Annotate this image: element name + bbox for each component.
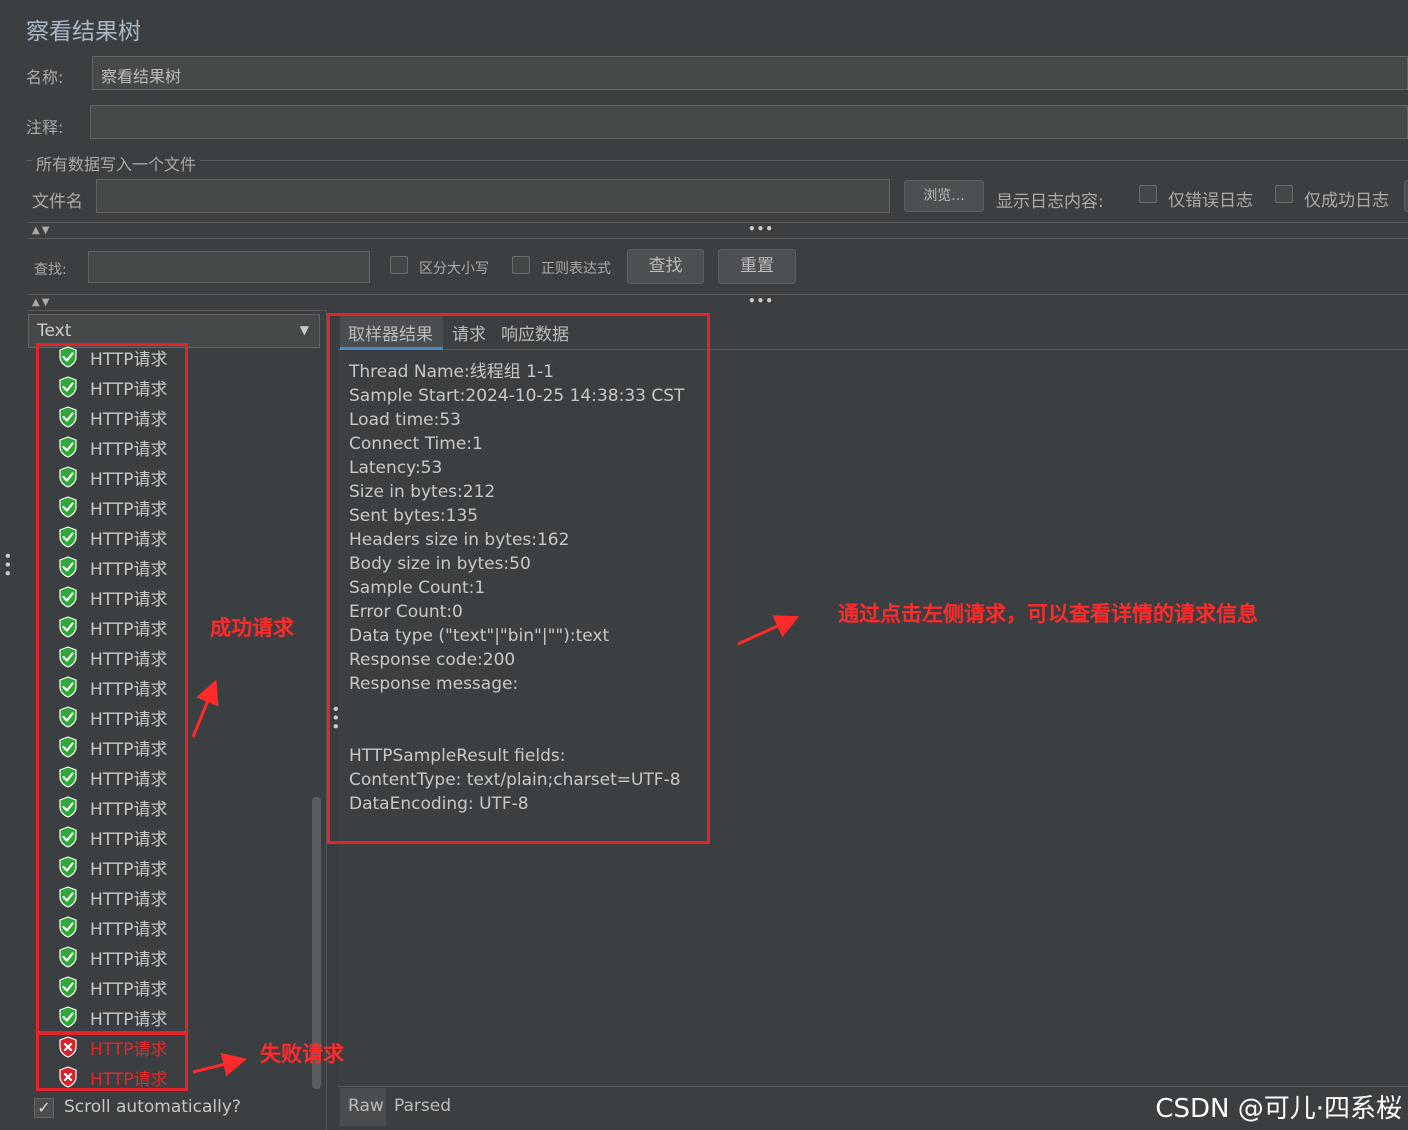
success-arrow xyxy=(191,679,219,738)
watermark: CSDN @可儿·四系桜 xyxy=(1155,1094,1402,1124)
detail-arrow xyxy=(737,615,800,646)
failure-arrow xyxy=(192,1052,247,1077)
annotation-arrows xyxy=(191,615,800,1077)
